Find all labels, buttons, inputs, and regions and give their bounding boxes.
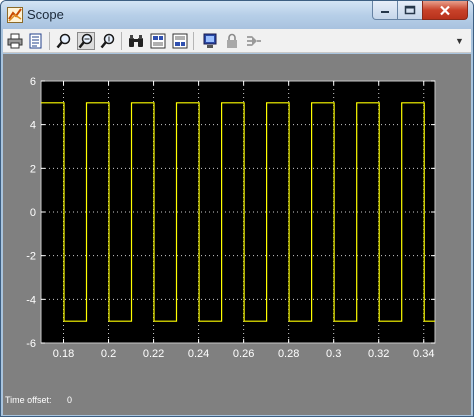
- close-button[interactable]: [422, 1, 468, 20]
- y-tick-label: -4: [26, 294, 36, 306]
- toolbar-separator: [193, 32, 194, 50]
- close-icon: [440, 5, 450, 15]
- window-title: Scope: [27, 7, 64, 22]
- minimize-icon: [381, 11, 389, 13]
- time-offset-label: Time offset:: [5, 395, 52, 405]
- zoom-icon: [56, 33, 71, 49]
- autoscale-button[interactable]: [127, 32, 145, 50]
- zoom-y-icon: [100, 33, 115, 49]
- toolbar-separator: [49, 32, 50, 50]
- y-tick-label: -6: [26, 338, 36, 350]
- scope-plot[interactable]: 0.18 0.2 0.22 0.24 0.26 0.28 0.3 0.32 0.34 -6 -4 -2…: [3, 54, 471, 394]
- save-axes-button[interactable]: [149, 32, 167, 50]
- zoom-x-icon: [78, 33, 93, 49]
- x-tick-label: 0.2: [101, 348, 116, 360]
- parameters-button[interactable]: [27, 32, 45, 50]
- zoom-x-button[interactable]: [77, 32, 95, 50]
- y-tick-label: 2: [30, 163, 36, 175]
- autoscale-binoculars-icon: [129, 35, 143, 47]
- parameters-icon: [29, 33, 42, 49]
- toolbar-separator: [121, 32, 122, 50]
- lock-axes-button[interactable]: [223, 32, 241, 50]
- x-tick-label: 0.28: [278, 348, 299, 360]
- x-tick-label: 0.34: [413, 348, 434, 360]
- save-axes-icon: [150, 33, 166, 49]
- signal-selector-icon: [247, 36, 261, 46]
- matlab-icon: [7, 7, 23, 23]
- scope-window: Scope ▼ 0.18 0.2 0.22 0.24 0.26 0.28 0.3…: [0, 0, 474, 417]
- x-tick-label: 0.18: [53, 348, 74, 360]
- y-tick-label: 4: [30, 120, 36, 132]
- toolbar-overflow-arrow[interactable]: ▼: [455, 36, 464, 46]
- lock-axes-icon: [227, 33, 237, 48]
- restore-axes-icon: [172, 33, 188, 49]
- signal-selector-button[interactable]: [245, 32, 263, 50]
- restore-axes-button[interactable]: [171, 32, 189, 50]
- x-tick-label: 0.22: [143, 348, 164, 360]
- print-button[interactable]: [6, 32, 24, 50]
- time-offset-value: 0: [67, 395, 73, 405]
- x-tick-label: 0.26: [233, 348, 254, 360]
- maximize-button[interactable]: [397, 1, 423, 20]
- minimize-button[interactable]: [372, 1, 398, 20]
- zoom-button[interactable]: [55, 32, 73, 50]
- floating-scope-button[interactable]: [201, 32, 219, 50]
- scope-figure: 0.18 0.2 0.22 0.24 0.26 0.28 0.3 0.32 0.34 -6 -4 -2…: [3, 54, 471, 415]
- y-tick-label: 6: [30, 76, 36, 88]
- x-tick-label: 0.24: [188, 348, 209, 360]
- y-tick-label: 0: [30, 207, 36, 219]
- x-tick-label: 0.32: [368, 348, 389, 360]
- title-bar[interactable]: Scope: [1, 1, 473, 29]
- toolbar: ▼: [3, 29, 471, 53]
- floating-scope-icon: [203, 33, 217, 48]
- print-icon: [7, 33, 23, 49]
- maximize-icon: [404, 5, 416, 15]
- zoom-y-button[interactable]: [99, 32, 117, 50]
- y-tick-label: -2: [26, 251, 36, 263]
- x-tick-label: 0.3: [326, 348, 341, 360]
